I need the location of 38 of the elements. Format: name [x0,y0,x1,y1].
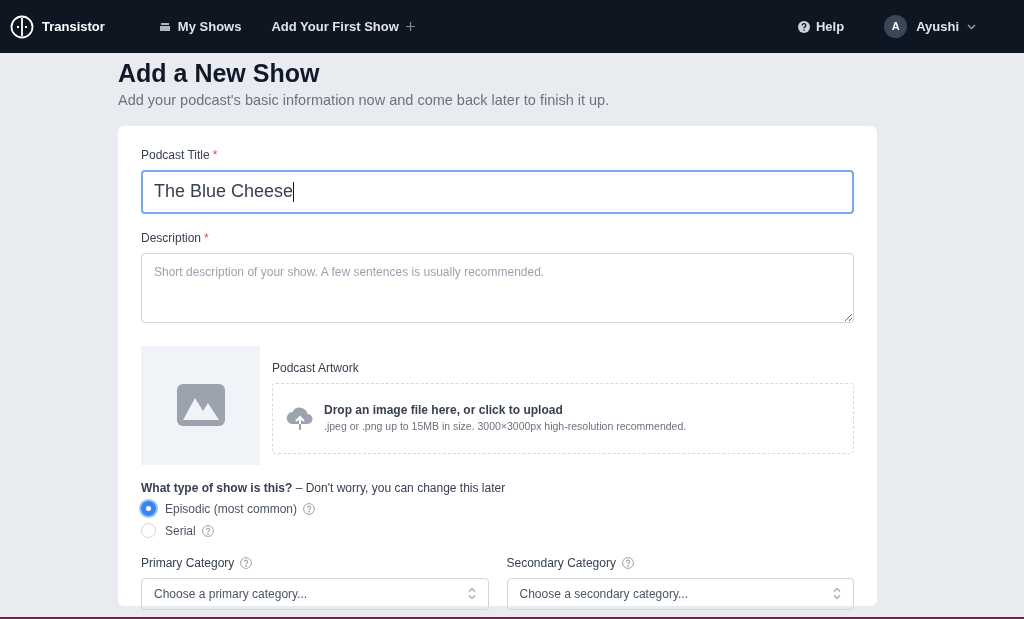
user-avatar: A [884,15,908,38]
user-menu[interactable]: A Ayushi [884,15,976,38]
stack-icon [158,22,171,31]
radio-label[interactable]: Episodic (most common) [165,499,298,518]
description-textarea[interactable]: Short description of your show. A few sentences is usually recommended. [141,252,854,323]
chevron-down-icon [967,23,976,30]
field-label: Podcast Artwork [272,359,360,377]
help-icon [621,556,634,569]
radio-button[interactable] [141,501,156,517]
upload-hint: .jpeg or .png up to 15MB in size. 3000×3000px high-resolution recommended. [324,419,687,435]
nav-link[interactable]: Add Your First Show [271,16,415,37]
page-title: Add a New Show [118,58,321,88]
help-icon [201,524,214,537]
category-select[interactable]: Choose a primary category... [141,577,489,610]
field-label: Description * [141,229,210,247]
cloud-upload-icon [286,405,314,432]
category-select[interactable]: Choose a secondary category... [506,577,854,610]
field-label: Secondary Category [506,554,616,572]
help-icon [303,502,316,515]
page-subtitle: Add your podcast's basic information now and come back later to finish it up. [118,91,611,110]
help-icon [240,556,253,569]
field-label: Podcast Title * [141,146,219,164]
image-icon [176,384,225,427]
podcast-title-input[interactable]: The Blue Cheese [141,169,854,214]
help-icon [797,20,810,33]
logo-icon [10,14,34,39]
nav-link[interactable]: My Shows [158,16,242,37]
plus-icon [405,22,415,31]
select-arrows-icon [833,587,841,601]
upload-dropzone[interactable]: Drop an image file here, or click to upload .jpeg or .png up to 15MB in size. 3000×3000px high-resolution recommended. [272,382,854,454]
upload-instruction: Drop an image file here, or click to upload [324,402,564,420]
select-arrows-icon [467,587,476,601]
brand-name[interactable]: Transistor [42,16,105,37]
show-type-question: What type of show is this? – Don't worry, you can change this later [141,479,507,497]
field-label: Primary Category [141,554,235,572]
help-link[interactable]: Help [797,16,845,37]
radio-label[interactable]: Serial [165,521,196,540]
radio-button[interactable] [141,523,156,539]
